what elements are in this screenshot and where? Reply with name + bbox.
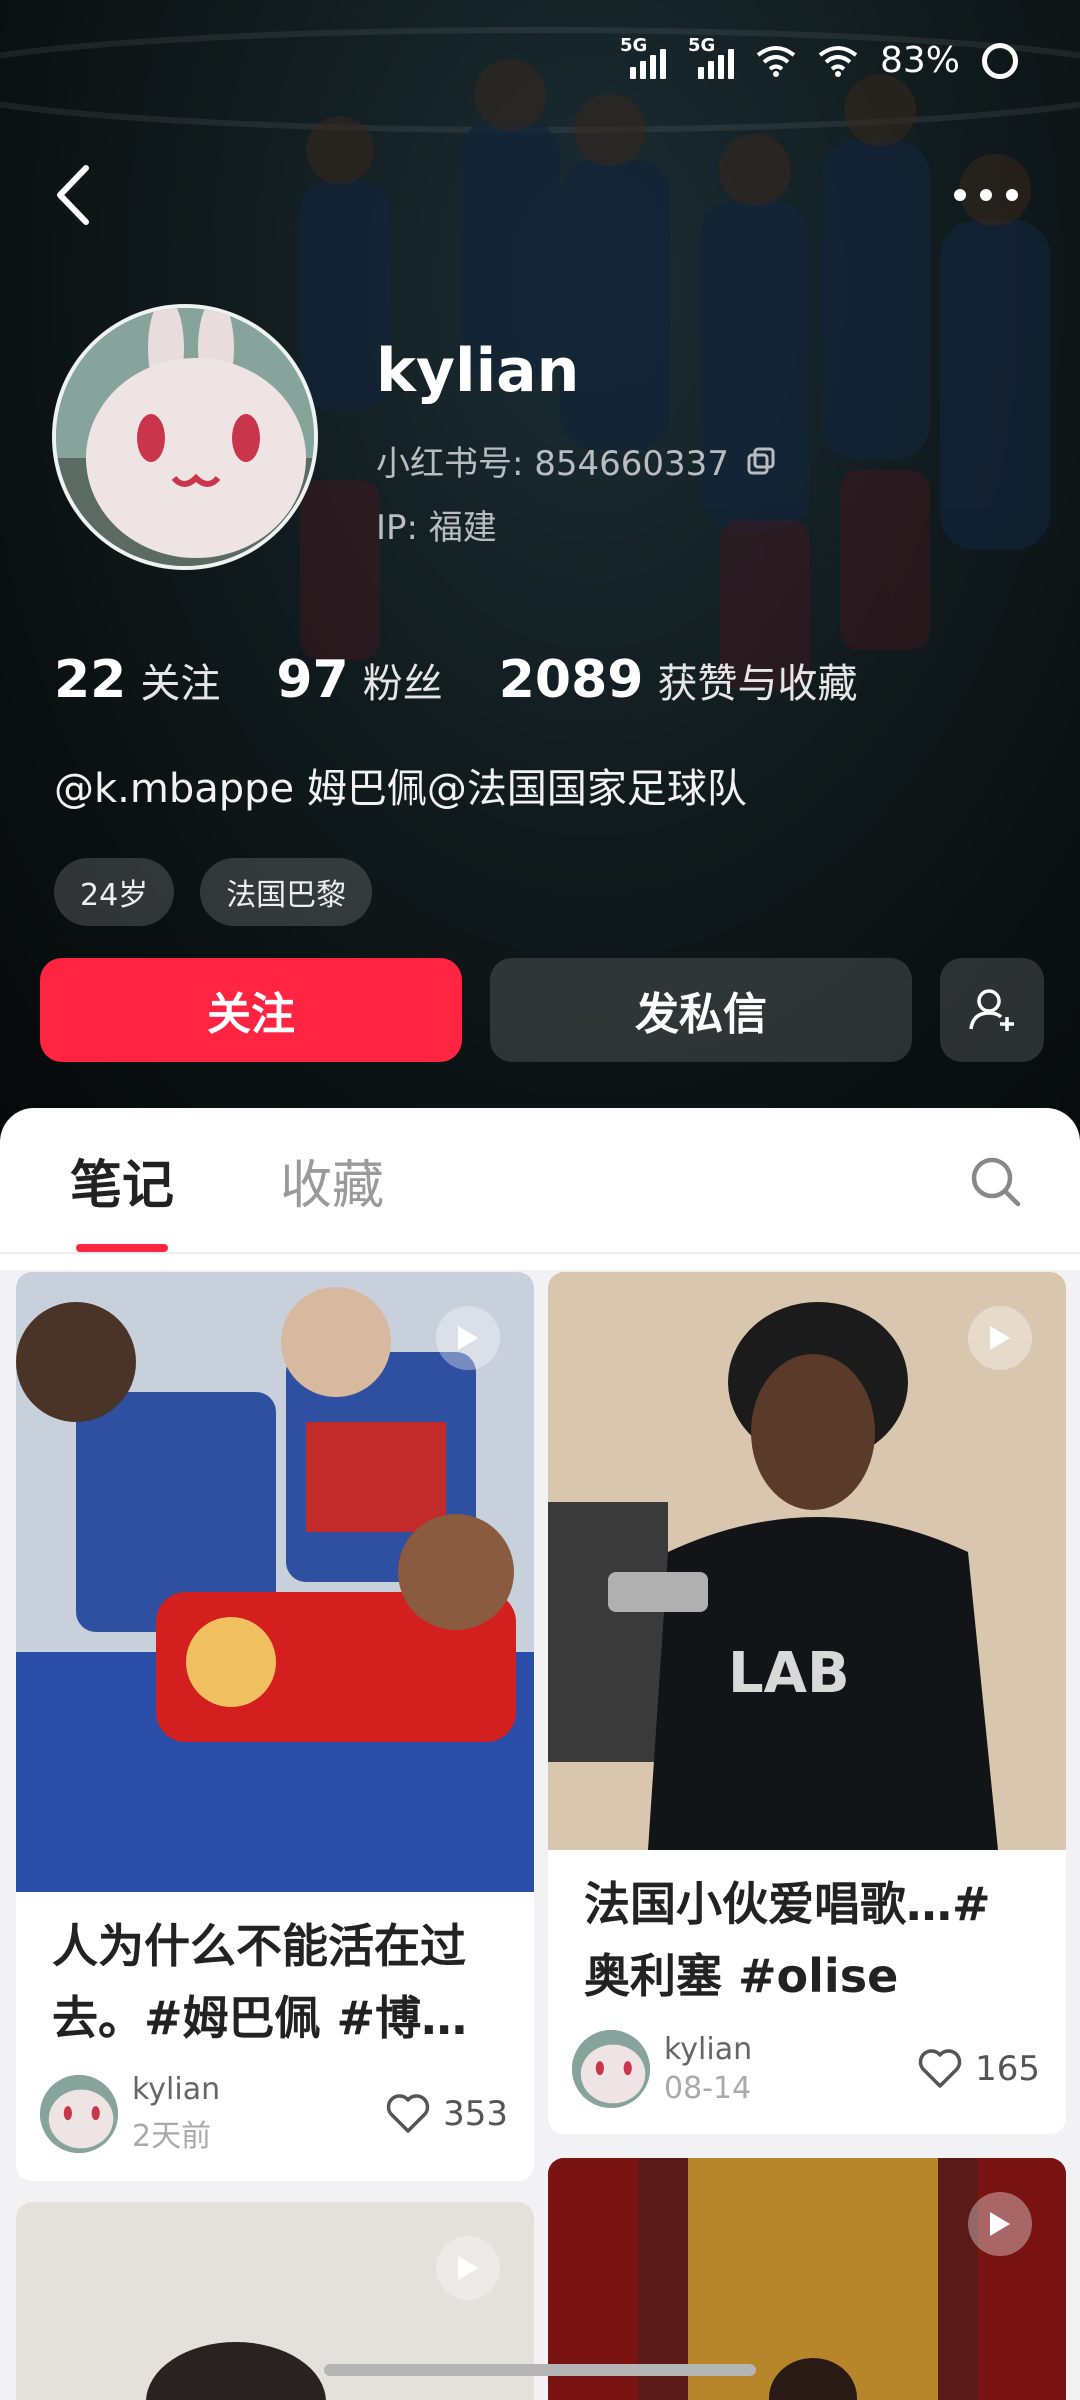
note-card[interactable]: LAB 法国小伙爱唱歌…#奥利塞 #olise kylian 08-14 165	[548, 1272, 1066, 2134]
username: kylian	[376, 336, 580, 406]
heart-icon	[918, 2049, 962, 2088]
redbook-id: 小红书号: 854660337	[376, 436, 775, 485]
author-info: kylian 2天前	[132, 2072, 385, 2155]
profile-header: 5G 5G 83% kylian 小红书号: 854660337 IP: 福建 …	[0, 0, 1080, 1140]
bunny-avatar-image	[56, 308, 314, 566]
follow-button[interactable]: 关注	[40, 958, 462, 1062]
redbook-id-text: 小红书号: 854660337	[376, 444, 729, 484]
video-indicator	[968, 1306, 1032, 1370]
svg-text:LAB: LAB	[728, 1641, 850, 1706]
heart-icon	[386, 2093, 430, 2133]
avatar[interactable]	[52, 304, 318, 570]
like-button[interactable]: 165	[917, 2048, 1040, 2090]
note-date: 08-14	[664, 2071, 752, 2106]
author-name: kylian	[664, 2032, 753, 2067]
bunny-avatar-image	[572, 2030, 650, 2108]
bunny-avatar-image	[40, 2074, 118, 2153]
status-bar: 5G 5G 83%	[620, 35, 1018, 81]
add-user-icon	[969, 989, 1014, 1031]
copy-icon[interactable]	[747, 447, 775, 475]
note-date: 2天前	[132, 2119, 212, 2154]
play-icon	[990, 2212, 1010, 2236]
dot	[980, 189, 992, 201]
video-indicator	[436, 2236, 500, 2300]
note-title: 人为什么不能活在过去。#姆巴佩 #博…	[52, 1919, 468, 2045]
notes-feed: 人为什么不能活在过去。#姆巴佩 #博… kylian 2天前 353 LAB 法…	[0, 1270, 1080, 2400]
note-cover: LAB	[548, 1272, 1066, 1850]
tag-age: 24岁	[54, 858, 175, 926]
stat-likes-saves[interactable]: 2089 获赞与收藏	[499, 650, 858, 710]
battery-icon	[982, 42, 1018, 79]
dot	[1006, 189, 1018, 201]
like-button[interactable]: 353	[385, 2093, 508, 2135]
profile-tags: 24岁 法国巴黎	[54, 858, 373, 926]
play-icon	[458, 2256, 478, 2280]
back-arrow-icon	[57, 165, 89, 225]
tab-notes[interactable]: 笔记	[70, 1143, 174, 1252]
signal-icon: 5G	[620, 35, 666, 79]
author-avatar[interactable]	[40, 2074, 118, 2153]
home-indicator[interactable]	[324, 2364, 756, 2376]
note-meta: kylian 2天前 353	[16, 2054, 534, 2181]
video-indicator	[968, 2192, 1032, 2256]
note-title: 法国小伙爱唱歌…#奥利塞 #olise	[584, 1877, 991, 2003]
back-button[interactable]	[50, 160, 100, 230]
bio: @k.mbappe 姆巴佩@法国国家足球队	[54, 766, 747, 812]
search-button[interactable]	[968, 1154, 1022, 1208]
search-icon	[971, 1157, 1021, 1207]
play-icon	[458, 1326, 478, 1350]
more-options-button[interactable]	[954, 180, 1024, 210]
play-icon	[990, 1326, 1010, 1350]
profile-screen: 5G 5G 83% kylian 小红书号: 854660337 IP: 福建 …	[0, 0, 1080, 2400]
tab-favorites[interactable]: 收藏	[280, 1143, 384, 1218]
signal-icon: 5G	[688, 35, 734, 79]
add-friend-button[interactable]	[940, 958, 1044, 1062]
stat-following[interactable]: 22 关注	[54, 650, 220, 710]
author-name: kylian	[132, 2072, 221, 2107]
note-cover	[16, 1272, 534, 1892]
dot	[954, 189, 966, 201]
tag-location: 法国巴黎	[200, 858, 373, 926]
like-count: 165	[975, 2049, 1040, 2089]
wifi-icon	[818, 45, 858, 77]
battery-text: 83%	[879, 40, 960, 81]
video-indicator	[436, 1306, 500, 1370]
ip-location: IP: 福建	[376, 508, 497, 548]
content-sheet: 笔记 收藏 人为什么不能活在过去。#姆巴佩 #博… kylian 2天前 353…	[0, 1108, 1080, 2400]
wifi-icon	[756, 45, 796, 77]
stat-followers[interactable]: 97 粉丝	[276, 650, 442, 710]
content-tabs: 笔记 收藏	[0, 1108, 1080, 1254]
profile-actions: 关注 发私信	[40, 958, 1044, 1062]
note-meta: kylian 08-14 165	[548, 2012, 1066, 2134]
note-card[interactable]: 人为什么不能活在过去。#姆巴佩 #博… kylian 2天前 353	[16, 1272, 534, 2181]
author-avatar[interactable]	[572, 2030, 650, 2108]
author-info: kylian 08-14	[664, 2032, 917, 2106]
message-button[interactable]: 发私信	[490, 958, 912, 1062]
profile-stats: 22 关注 97 粉丝 2089 获赞与收藏	[54, 650, 857, 710]
like-count: 353	[443, 2093, 508, 2134]
